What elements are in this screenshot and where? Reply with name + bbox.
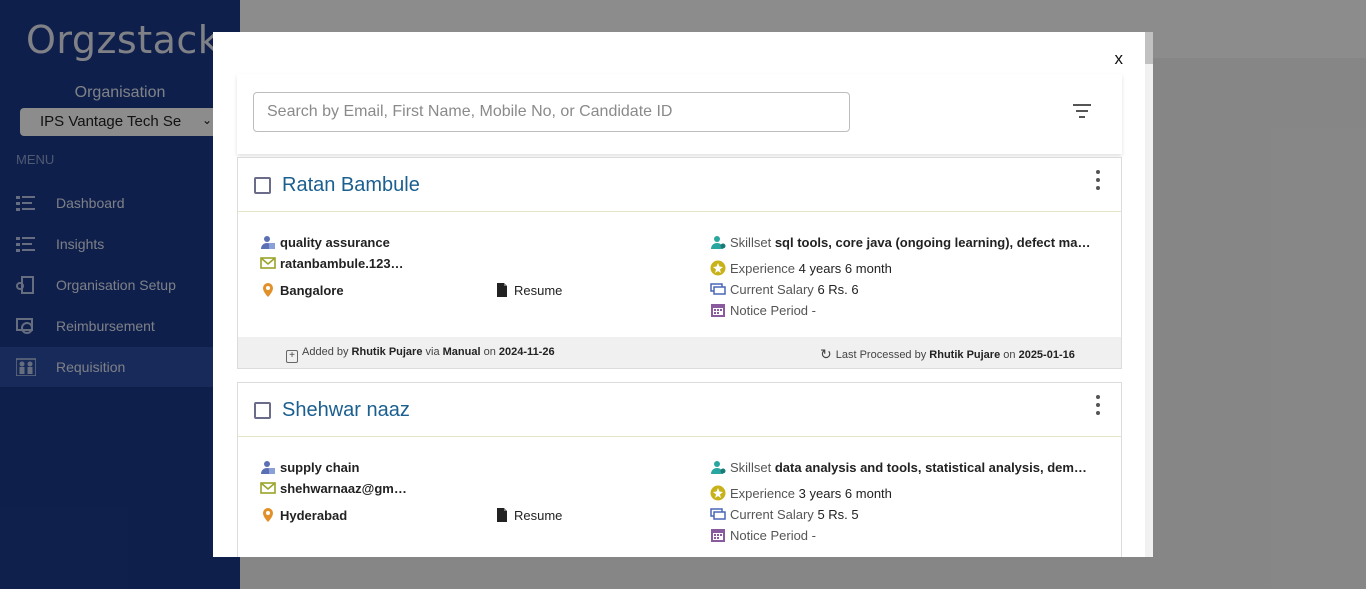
candidate-skillset: Skillset data analysis and tools, statis… xyxy=(710,459,1087,475)
resume-link[interactable]: Resume xyxy=(494,282,562,298)
candidate-skillset: Skillset sql tools, core java (ongoing l… xyxy=(710,234,1090,250)
cash-icon xyxy=(710,508,726,520)
candidate-name[interactable]: Ratan Bambule xyxy=(282,174,420,197)
last-processed-info: ↻ Last Processed by Rhutik Pujare on 2025… xyxy=(820,346,1075,362)
candidate-name[interactable]: Shehwar naaz xyxy=(282,399,410,422)
person-badge-icon xyxy=(261,461,275,474)
location-pin-icon xyxy=(263,283,273,297)
location-pin-icon xyxy=(263,508,273,522)
star-badge-icon xyxy=(710,260,726,276)
candidate-card: Shehwar naaz supply chain shehwarnaaz@gm… xyxy=(237,382,1122,557)
candidate-domain: supply chain xyxy=(260,459,359,475)
candidate-domain: quality assurance xyxy=(260,234,390,250)
document-add-icon: + xyxy=(286,350,298,363)
candidate-salary: Current Salary 6 Rs. 6 xyxy=(710,281,859,297)
close-button[interactable]: x xyxy=(1115,49,1124,69)
candidate-card-header: Ratan Bambule xyxy=(238,158,1121,212)
refresh-icon: ↻ xyxy=(820,346,832,362)
calendar-icon xyxy=(711,304,725,317)
candidate-card-footer: + Added by Rhutik Pujare via Manual on 20… xyxy=(238,337,1121,368)
candidate-card-header: Shehwar naaz xyxy=(238,383,1121,437)
search-input[interactable] xyxy=(253,92,850,132)
document-icon xyxy=(497,283,507,297)
candidate-location: Bangalore xyxy=(260,282,344,298)
candidate-card: Ratan Bambule quality assurance ratanbam… xyxy=(237,157,1122,369)
person-skill-icon xyxy=(711,461,726,474)
person-skill-icon xyxy=(711,236,726,249)
filter-icon[interactable] xyxy=(1073,104,1091,118)
search-panel xyxy=(237,74,1122,154)
candidate-checkbox[interactable] xyxy=(254,177,271,194)
candidate-location: Hyderabad xyxy=(260,507,347,523)
scrollbar-thumb[interactable] xyxy=(1145,32,1153,64)
candidate-salary: Current Salary 5 Rs. 5 xyxy=(710,506,859,522)
candidate-checkbox[interactable] xyxy=(254,402,271,419)
candidate-experience: Experience 4 years 6 month xyxy=(710,260,892,276)
resume-link[interactable]: Resume xyxy=(494,507,562,523)
mail-icon xyxy=(260,482,276,494)
more-options-icon[interactable] xyxy=(1095,395,1101,419)
document-icon xyxy=(497,508,507,522)
added-by-info: + Added by Rhutik Pujare via Manual on 20… xyxy=(286,346,555,363)
candidate-search-modal: x Ratan Bambule quality assurance ratanb… xyxy=(213,32,1153,557)
candidate-notice-period: Notice Period - xyxy=(710,302,816,318)
candidate-experience: Experience 3 years 6 month xyxy=(710,485,892,501)
cash-icon xyxy=(710,283,726,295)
star-badge-icon xyxy=(710,485,726,501)
person-badge-icon xyxy=(261,236,275,249)
modal-scrollbar[interactable] xyxy=(1145,32,1153,557)
calendar-icon xyxy=(711,529,725,542)
candidate-email: shehwarnaaz@gm… xyxy=(260,480,407,496)
candidate-notice-period: Notice Period - xyxy=(710,527,816,543)
mail-icon xyxy=(260,257,276,269)
candidate-email: ratanbambule.123… xyxy=(260,255,404,271)
more-options-icon[interactable] xyxy=(1095,170,1101,194)
